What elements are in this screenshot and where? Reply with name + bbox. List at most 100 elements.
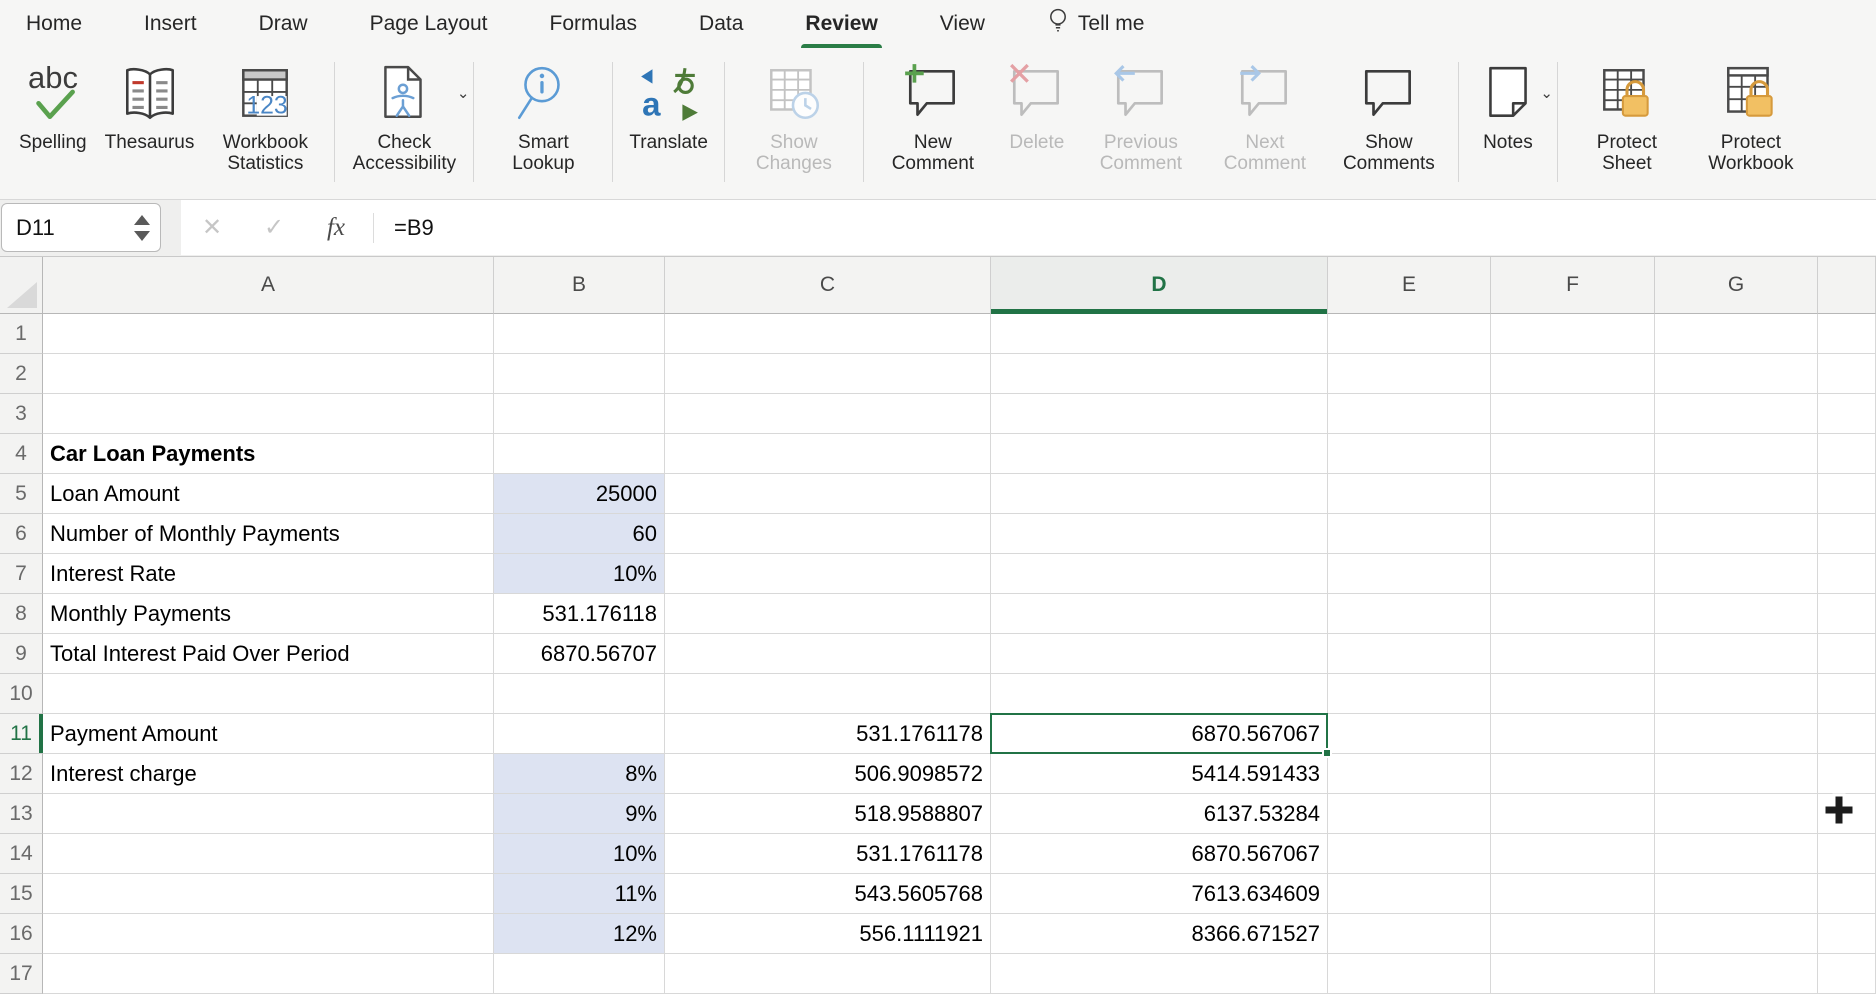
cell-A16[interactable] bbox=[43, 914, 494, 954]
show-comments-button[interactable]: Show Comments bbox=[1327, 58, 1451, 175]
cell-F5[interactable] bbox=[1491, 474, 1655, 514]
name-box[interactable]: D11 bbox=[1, 203, 161, 252]
cell-E6[interactable] bbox=[1328, 514, 1491, 554]
cell-B4[interactable] bbox=[494, 434, 665, 474]
cell-A9[interactable]: Total Interest Paid Over Period bbox=[43, 634, 494, 674]
cell-F1[interactable] bbox=[1491, 314, 1655, 354]
row-header-12[interactable]: 12 bbox=[0, 754, 43, 794]
row-header-16[interactable]: 16 bbox=[0, 914, 43, 954]
cell-D10[interactable] bbox=[991, 674, 1328, 714]
cell-E15[interactable] bbox=[1328, 874, 1491, 914]
cell-C17[interactable] bbox=[665, 954, 991, 994]
cell-F7[interactable] bbox=[1491, 554, 1655, 594]
cell-F10[interactable] bbox=[1491, 674, 1655, 714]
column-header-D[interactable]: D bbox=[991, 257, 1328, 314]
row-header-11[interactable]: 11 bbox=[0, 714, 43, 754]
cell-B1[interactable] bbox=[494, 314, 665, 354]
cell-G5[interactable] bbox=[1655, 474, 1818, 514]
cell-D15[interactable]: 7613.634609 bbox=[991, 874, 1328, 914]
cell-G3[interactable] bbox=[1655, 394, 1818, 434]
insert-function-icon[interactable]: fx bbox=[305, 214, 367, 242]
cell-C6[interactable] bbox=[665, 514, 991, 554]
cell-C15[interactable]: 543.5605768 bbox=[665, 874, 991, 914]
cell-E9[interactable] bbox=[1328, 634, 1491, 674]
cell-C11[interactable]: 531.1761178 bbox=[665, 714, 991, 754]
cell-A14[interactable] bbox=[43, 834, 494, 874]
cell-F14[interactable] bbox=[1491, 834, 1655, 874]
cell-G10[interactable] bbox=[1655, 674, 1818, 714]
cell-partial-13[interactable] bbox=[1818, 794, 1876, 834]
cell-D11[interactable]: 6870.567067 bbox=[991, 714, 1328, 754]
cell-D12[interactable]: 5414.591433 bbox=[991, 754, 1328, 794]
cell-G1[interactable] bbox=[1655, 314, 1818, 354]
cell-F16[interactable] bbox=[1491, 914, 1655, 954]
row-header-3[interactable]: 3 bbox=[0, 394, 43, 434]
notes-button[interactable]: ⌄Notes bbox=[1466, 58, 1550, 153]
stepper-up-icon[interactable] bbox=[134, 215, 150, 225]
cell-F3[interactable] bbox=[1491, 394, 1655, 434]
cell-F11[interactable] bbox=[1491, 714, 1655, 754]
chevron-down-icon[interactable]: ⌄ bbox=[457, 84, 470, 102]
cell-A1[interactable] bbox=[43, 314, 494, 354]
cell-E16[interactable] bbox=[1328, 914, 1491, 954]
row-header-10[interactable]: 10 bbox=[0, 674, 43, 714]
cell-A15[interactable] bbox=[43, 874, 494, 914]
cell-G9[interactable] bbox=[1655, 634, 1818, 674]
cell-C16[interactable]: 556.1111921 bbox=[665, 914, 991, 954]
cell-D3[interactable] bbox=[991, 394, 1328, 434]
cell-B5[interactable]: 25000 bbox=[494, 474, 665, 514]
cell-G2[interactable] bbox=[1655, 354, 1818, 394]
row-header-6[interactable]: 6 bbox=[0, 514, 43, 554]
cell-partial-5[interactable] bbox=[1818, 474, 1876, 514]
cell-G15[interactable] bbox=[1655, 874, 1818, 914]
cell-B17[interactable] bbox=[494, 954, 665, 994]
cell-B10[interactable] bbox=[494, 674, 665, 714]
row-header-17[interactable]: 17 bbox=[0, 954, 43, 994]
cell-B9[interactable]: 6870.56707 bbox=[494, 634, 665, 674]
cell-B12[interactable]: 8% bbox=[494, 754, 665, 794]
cell-C14[interactable]: 531.1761178 bbox=[665, 834, 991, 874]
cell-D5[interactable] bbox=[991, 474, 1328, 514]
cell-E14[interactable] bbox=[1328, 834, 1491, 874]
row-header-13[interactable]: 13 bbox=[0, 794, 43, 834]
column-header-C[interactable]: C bbox=[665, 257, 991, 314]
cell-G6[interactable] bbox=[1655, 514, 1818, 554]
cell-A3[interactable] bbox=[43, 394, 494, 434]
cell-D16[interactable]: 8366.671527 bbox=[991, 914, 1328, 954]
cell-D2[interactable] bbox=[991, 354, 1328, 394]
cell-G4[interactable] bbox=[1655, 434, 1818, 474]
cell-D17[interactable] bbox=[991, 954, 1328, 994]
cell-G16[interactable] bbox=[1655, 914, 1818, 954]
row-header-15[interactable]: 15 bbox=[0, 874, 43, 914]
cell-partial-11[interactable] bbox=[1818, 714, 1876, 754]
cell-partial-4[interactable] bbox=[1818, 434, 1876, 474]
tab-data[interactable]: Data bbox=[699, 0, 743, 48]
tab-tell-me[interactable]: Tell me bbox=[1047, 0, 1145, 48]
cell-E1[interactable] bbox=[1328, 314, 1491, 354]
cell-partial-10[interactable] bbox=[1818, 674, 1876, 714]
tab-home[interactable]: Home bbox=[26, 0, 82, 48]
cell-G11[interactable] bbox=[1655, 714, 1818, 754]
tab-review[interactable]: Review bbox=[805, 0, 877, 48]
cell-E17[interactable] bbox=[1328, 954, 1491, 994]
cell-E4[interactable] bbox=[1328, 434, 1491, 474]
cell-E7[interactable] bbox=[1328, 554, 1491, 594]
cell-C2[interactable] bbox=[665, 354, 991, 394]
tab-formulas[interactable]: Formulas bbox=[550, 0, 638, 48]
enter-icon[interactable]: ✓ bbox=[243, 213, 305, 242]
cell-partial-6[interactable] bbox=[1818, 514, 1876, 554]
cell-D9[interactable] bbox=[991, 634, 1328, 674]
cell-A4[interactable]: Car Loan Payments bbox=[43, 434, 494, 474]
check-accessibility-button[interactable]: ⌄Check Accessibility bbox=[342, 58, 466, 175]
cell-A13[interactable] bbox=[43, 794, 494, 834]
row-header-2[interactable]: 2 bbox=[0, 354, 43, 394]
cell-C5[interactable] bbox=[665, 474, 991, 514]
column-header-F[interactable]: F bbox=[1491, 257, 1655, 314]
cell-partial-15[interactable] bbox=[1818, 874, 1876, 914]
cell-D13[interactable]: 6137.53284 bbox=[991, 794, 1328, 834]
protect-sheet-button[interactable]: Protect Sheet bbox=[1565, 58, 1689, 175]
cell-F9[interactable] bbox=[1491, 634, 1655, 674]
cell-F13[interactable] bbox=[1491, 794, 1655, 834]
cell-A10[interactable] bbox=[43, 674, 494, 714]
cell-D6[interactable] bbox=[991, 514, 1328, 554]
